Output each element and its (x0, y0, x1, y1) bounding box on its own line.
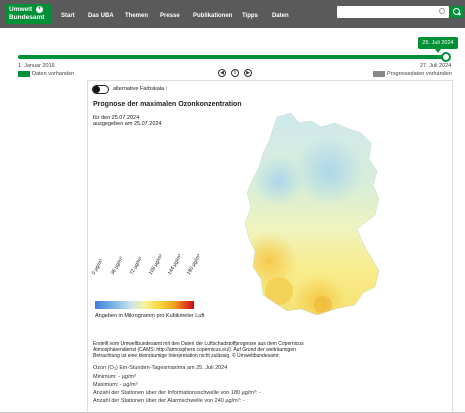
stats-maximum: Maximum: - µg/m³ (93, 382, 138, 388)
nav-daten[interactable]: Daten (272, 13, 289, 19)
clear-search-icon[interactable] (439, 8, 445, 14)
stats-alarm-threshold: Anzahl der Stationen über der Alarmschwe… (93, 398, 245, 404)
timeline-track[interactable] (18, 55, 446, 59)
stats-heading: Ozon (O₃) Ein-Stunden-Tagesmaxima am 25.… (93, 365, 228, 371)
germany-ozone-map (244, 112, 380, 316)
logo-dot-icon: + (36, 6, 43, 13)
pause-button[interactable]: ‖ (231, 69, 239, 77)
map-title: Prognose der maximalen Ozonkonzentration (93, 101, 242, 108)
issue-date: ausgegeben am 25.07.2024 (93, 121, 162, 127)
footnote-line-3: Betrachtung ist eine kleinräumige Interp… (93, 353, 279, 359)
legend-forecast-swatch (373, 71, 385, 77)
chevron-left-icon: ◀ (220, 70, 224, 76)
info-icon[interactable]: i (166, 86, 167, 92)
stats-minimum: Minimum: - µg/m³ (93, 374, 136, 380)
chevron-right-icon: ▶ (246, 70, 250, 76)
timeline-handle[interactable] (441, 52, 451, 62)
color-scale-bar (95, 301, 194, 309)
prev-day-button[interactable]: ◀ (218, 69, 226, 77)
timeline-start-label: 1. Januar 2016 (18, 63, 55, 69)
logo-text-line2: Bundesamt (9, 14, 45, 21)
legend-data-label: Daten vorhanden (32, 71, 75, 77)
nav-presse[interactable]: Presse (160, 13, 180, 19)
stats-info-threshold: Anzahl der Stationen über der Informatio… (93, 390, 261, 396)
current-date-bubble: 25. Juli 2024 (418, 37, 458, 53)
pause-icon: ‖ (233, 70, 237, 76)
search-button[interactable] (450, 6, 463, 18)
logo-text-line1: Umwelt (9, 6, 33, 13)
nav-publikationen[interactable]: Publikationen (193, 13, 232, 19)
legend-forecast-label: Prognosedaten vorhanden (387, 71, 452, 77)
nav-start[interactable]: Start (61, 13, 75, 19)
nav-das-uba[interactable]: Das UBA (88, 13, 114, 19)
legend-data-swatch (18, 71, 30, 77)
toggle-label: alternative Farbskala (113, 86, 165, 92)
next-day-button[interactable]: ▶ (244, 69, 252, 77)
timeline-end-label: 27. Juli 2024 (420, 63, 452, 69)
search-input[interactable] (337, 6, 449, 18)
uba-logo[interactable]: Umwelt Bundesamt + (6, 4, 52, 24)
nav-tipps[interactable]: Tipps (242, 13, 258, 19)
nav-themen[interactable]: Themen (125, 13, 148, 19)
top-navigation-bar: Umwelt Bundesamt + Start Das UBA Themen … (0, 0, 465, 28)
scale-caption: Angeben in Mikrogramm pro Kubikmeter Luf… (95, 313, 205, 319)
alternative-color-scale-toggle[interactable] (92, 85, 109, 94)
